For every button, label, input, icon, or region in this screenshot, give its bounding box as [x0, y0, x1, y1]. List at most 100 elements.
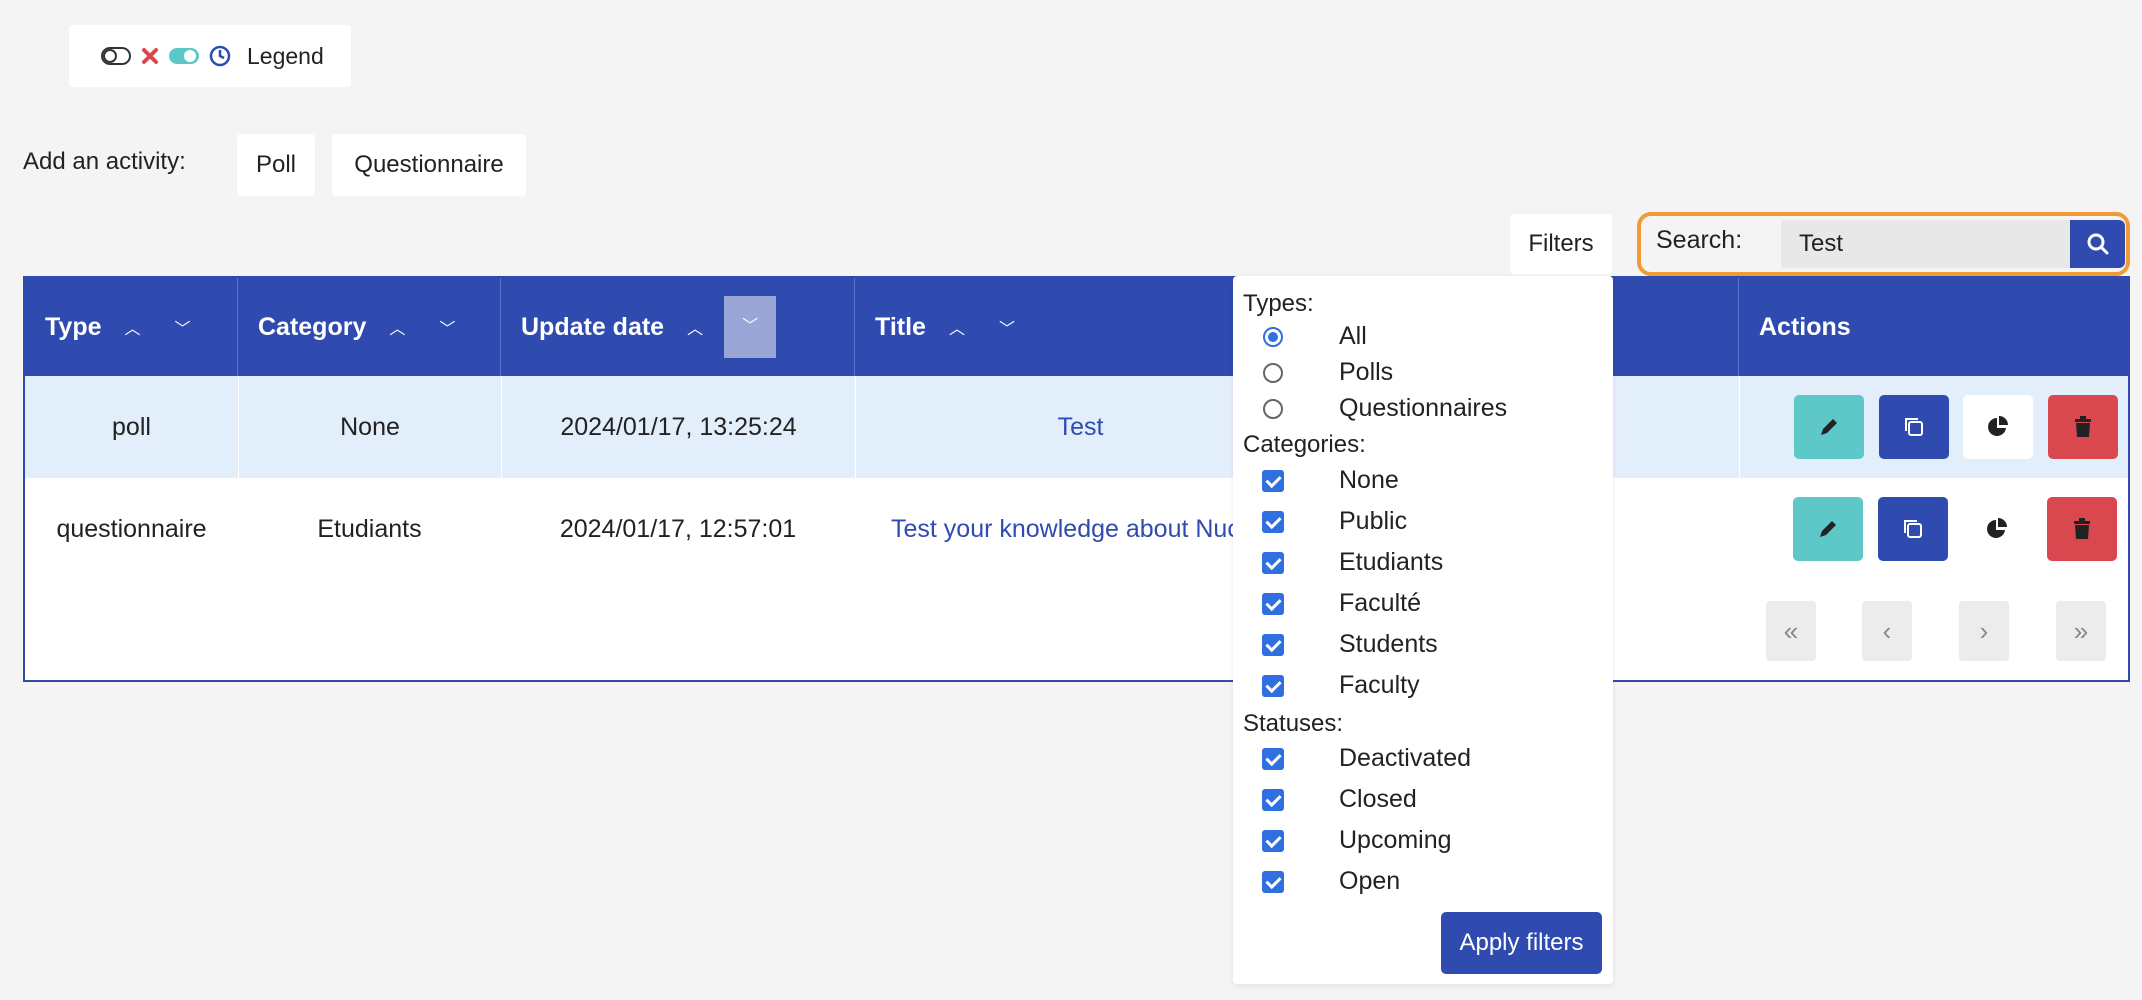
sort-desc-icon[interactable]: ﹀	[166, 315, 200, 339]
sort-desc-icon[interactable]: ﹀	[430, 315, 464, 339]
sort-desc-icon[interactable]: ﹀	[990, 315, 1024, 339]
status-option[interactable]: Closed	[1233, 785, 1417, 814]
filters-button[interactable]: Filters	[1510, 214, 1612, 274]
sort-asc-icon[interactable]: ︿	[380, 315, 414, 339]
last-page-button[interactable]: »	[2056, 601, 2106, 661]
copy-icon	[1905, 418, 1923, 436]
pie-chart-icon	[1988, 416, 2008, 436]
delete-button[interactable]	[2047, 497, 2117, 561]
toggle-on-icon	[169, 48, 199, 64]
column-actions-label: Actions	[1759, 312, 1851, 341]
statistics-button[interactable]	[1963, 395, 2033, 459]
duplicate-button[interactable]	[1879, 395, 1949, 459]
trash-icon	[2074, 518, 2090, 539]
copy-icon	[1904, 520, 1922, 538]
checkbox-checked-icon[interactable]	[1262, 633, 1284, 656]
sort-asc-icon[interactable]: ︿	[940, 315, 974, 339]
type-option-all[interactable]: All	[1233, 322, 1367, 351]
category-option[interactable]: None	[1233, 466, 1399, 495]
add-questionnaire-button[interactable]: Questionnaire	[332, 134, 526, 196]
table-row[interactable]: questionnaire Etudiants 2024/01/17, 12:5…	[25, 478, 2128, 580]
delete-button[interactable]	[2048, 395, 2118, 459]
category-option[interactable]: Faculty	[1233, 671, 1420, 700]
column-update-date: Update date ︿ ﹀	[501, 278, 855, 376]
checkbox-checked-icon[interactable]	[1262, 747, 1284, 770]
column-category-label: Category	[258, 312, 367, 341]
column-category: Category ︿ ﹀	[238, 278, 501, 376]
category-option-label: None	[1339, 466, 1399, 494]
column-type-label: Type	[45, 312, 102, 341]
add-activity-label: Add an activity:	[23, 148, 186, 175]
column-title-label: Title	[875, 312, 926, 341]
category-option-label: Faculté	[1339, 589, 1421, 617]
category-option[interactable]: Students	[1233, 630, 1438, 659]
cell-category: Etudiants	[317, 514, 422, 543]
pencil-icon	[1821, 419, 1837, 435]
checkbox-checked-icon[interactable]	[1262, 469, 1284, 492]
column-update-date-label: Update date	[521, 312, 665, 341]
sort-desc-active-icon[interactable]: ﹀	[724, 296, 777, 358]
radio-selected-icon[interactable]	[1263, 326, 1283, 347]
edit-button[interactable]	[1794, 395, 1864, 459]
search-button[interactable]	[2070, 220, 2125, 268]
clock-icon	[209, 45, 231, 67]
category-option-label: Public	[1339, 507, 1408, 535]
category-option-label: Etudiants	[1339, 548, 1444, 576]
add-poll-button[interactable]: Poll	[237, 134, 315, 196]
type-option-label: All	[1339, 322, 1367, 350]
apply-filters-button[interactable]: Apply filters	[1441, 912, 1602, 974]
pie-chart-icon	[1987, 518, 2007, 538]
activities-table: Type ︿ ﹀ Category ︿ ﹀ Update date ︿ ﹀ Ti…	[23, 276, 2130, 682]
sort-asc-icon[interactable]: ︿	[678, 315, 712, 339]
status-option[interactable]: Upcoming	[1233, 826, 1452, 855]
search-label: Search:	[1656, 226, 1743, 254]
cell-update-date: 2024/01/17, 13:25:24	[501, 376, 855, 478]
status-option-label: Closed	[1339, 785, 1417, 813]
radio-icon[interactable]	[1263, 398, 1283, 419]
checkbox-checked-icon[interactable]	[1262, 592, 1284, 615]
cross-icon	[142, 48, 158, 64]
checkbox-checked-icon[interactable]	[1262, 551, 1284, 574]
prev-page-button[interactable]: ‹	[1862, 601, 1912, 661]
status-option-label: Deactivated	[1339, 744, 1472, 772]
trash-icon	[2075, 416, 2091, 437]
categories-heading: Categories:	[1243, 431, 1366, 458]
status-option[interactable]: Open	[1233, 867, 1400, 896]
type-option-label: Polls	[1339, 358, 1394, 386]
column-type: Type ︿ ﹀	[25, 278, 238, 376]
column-actions: Actions	[1739, 278, 2130, 376]
checkbox-checked-icon[interactable]	[1262, 829, 1284, 852]
radio-icon[interactable]	[1263, 362, 1283, 383]
type-option-questionnaires[interactable]: Questionnaires	[1233, 394, 1507, 423]
checkbox-checked-icon[interactable]	[1262, 870, 1284, 893]
checkbox-checked-icon[interactable]	[1262, 674, 1284, 697]
category-option-label: Students	[1339, 630, 1438, 658]
edit-button[interactable]	[1793, 497, 1863, 561]
next-page-button[interactable]: ›	[1959, 601, 2009, 661]
statuses-heading: Statuses:	[1243, 710, 1344, 737]
status-option-label: Upcoming	[1339, 826, 1452, 854]
category-option[interactable]: Faculté	[1233, 589, 1421, 618]
legend-bar[interactable]: Legend	[69, 25, 351, 87]
cell-type: questionnaire	[56, 514, 207, 543]
type-option-polls[interactable]: Polls	[1233, 358, 1393, 387]
sort-asc-icon[interactable]: ︿	[116, 315, 150, 339]
status-option-label: Open	[1339, 867, 1401, 895]
category-option[interactable]: Public	[1233, 507, 1407, 536]
checkbox-checked-icon[interactable]	[1262, 510, 1284, 533]
cell-actions	[1739, 478, 2130, 580]
table-row[interactable]: poll None 2024/01/17, 13:25:24 Test	[25, 376, 2128, 478]
category-option[interactable]: Etudiants	[1233, 548, 1443, 577]
search-input[interactable]	[1781, 220, 2070, 268]
statistics-button[interactable]	[1962, 497, 2032, 561]
first-page-button[interactable]: «	[1766, 601, 1816, 661]
legend-label: Legend	[247, 42, 324, 69]
status-option[interactable]: Deactivated	[1233, 744, 1471, 773]
duplicate-button[interactable]	[1878, 497, 1948, 561]
cell-category: None	[238, 376, 501, 478]
checkbox-checked-icon[interactable]	[1262, 788, 1284, 811]
cell-type: poll	[112, 412, 151, 441]
category-option-label: Faculty	[1339, 671, 1420, 699]
pencil-icon	[1820, 521, 1836, 537]
cell-update-date: 2024/01/17, 12:57:01	[559, 514, 797, 543]
